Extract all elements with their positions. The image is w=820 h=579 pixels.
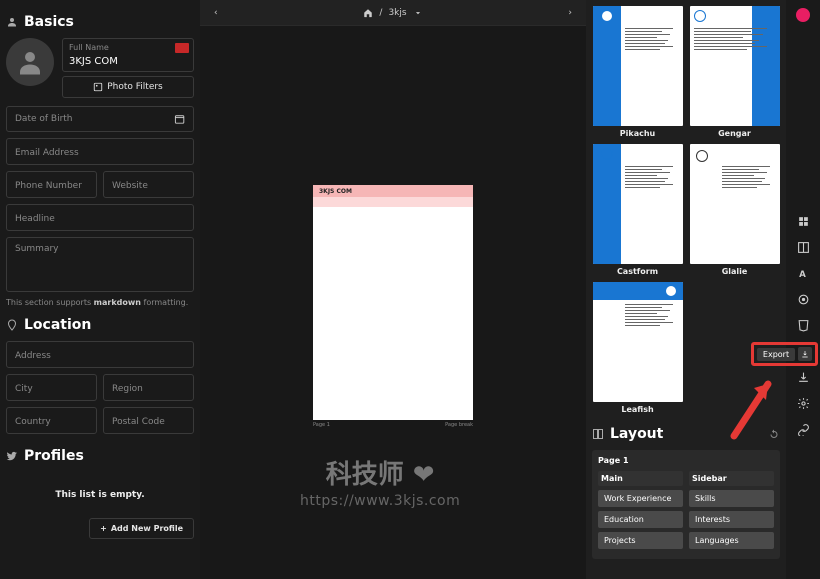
- full-name-field[interactable]: Full Name: [62, 38, 194, 72]
- image-icon: [93, 82, 103, 92]
- theme-icon[interactable]: [796, 292, 810, 306]
- left-panel: Basics Full Name Photo Filters: [0, 0, 200, 579]
- template-name: Gengar: [718, 129, 751, 138]
- country-input[interactable]: [15, 417, 88, 427]
- template-name: Pikachu: [620, 129, 655, 138]
- name-badge-icon: [175, 43, 189, 53]
- profiles-heading: Profiles: [6, 448, 194, 464]
- templates-icon[interactable]: [796, 214, 810, 228]
- website-input[interactable]: [112, 181, 185, 191]
- calendar-icon: [174, 113, 185, 125]
- full-name-label: Full Name: [69, 43, 187, 52]
- resume-page[interactable]: 3KJS COM Page 1 Page break: [313, 185, 473, 420]
- layout-icon: [592, 428, 604, 440]
- layout-item[interactable]: Work Experience: [598, 490, 683, 507]
- region-input[interactable]: [112, 384, 185, 394]
- right-rail: A: [786, 0, 820, 579]
- settings-icon[interactable]: [796, 396, 810, 410]
- export-callout: Export: [751, 342, 818, 366]
- dob-field[interactable]: [6, 106, 194, 132]
- template-name: Leafish: [621, 405, 653, 414]
- template-card[interactable]: Gengar: [689, 6, 780, 138]
- website-field[interactable]: [103, 171, 194, 198]
- rail-logo[interactable]: [796, 8, 810, 22]
- chevron-left-icon[interactable]: ‹: [214, 8, 218, 18]
- breadcrumb: ‹ / 3kjs ›: [200, 0, 586, 26]
- region-field[interactable]: [103, 374, 194, 401]
- home-icon[interactable]: [363, 8, 373, 18]
- template-card[interactable]: Leafish: [592, 282, 683, 414]
- summary-input[interactable]: [15, 244, 185, 282]
- dob-input[interactable]: [15, 114, 174, 124]
- template-card[interactable]: Glalie: [689, 144, 780, 276]
- country-field[interactable]: [6, 407, 97, 434]
- layout-item[interactable]: Interests: [689, 511, 774, 528]
- profiles-empty: This list is empty.: [6, 472, 194, 518]
- address-input[interactable]: [15, 351, 185, 361]
- layout-rail-icon[interactable]: [796, 240, 810, 254]
- chevron-down-icon[interactable]: [413, 8, 423, 18]
- layout-item[interactable]: Languages: [689, 532, 774, 549]
- layout-main-head: Main: [598, 471, 683, 486]
- layout-item[interactable]: Education: [598, 511, 683, 528]
- phone-field[interactable]: [6, 171, 97, 198]
- city-input[interactable]: [15, 384, 88, 394]
- typography-icon[interactable]: A: [796, 266, 810, 280]
- headline-field[interactable]: [6, 204, 194, 231]
- annotation-arrow-icon: [728, 370, 780, 445]
- address-field[interactable]: [6, 341, 194, 368]
- location-icon: [6, 319, 18, 331]
- headline-input[interactable]: [15, 214, 185, 224]
- template-card[interactable]: Castform: [592, 144, 683, 276]
- right-panel: PikachuGengarCastformGlalieLeafish Layou…: [586, 0, 786, 579]
- breadcrumb-name[interactable]: 3kjs: [388, 8, 406, 18]
- page-title: 3KJS COM: [313, 185, 473, 197]
- photo-filters-button[interactable]: Photo Filters: [62, 76, 194, 98]
- person-icon: [15, 47, 45, 77]
- export-button[interactable]: Export: [757, 348, 795, 361]
- link-icon[interactable]: [796, 422, 810, 436]
- location-heading: Location: [6, 317, 194, 333]
- basics-heading: Basics: [6, 14, 194, 30]
- markdown-hint: This section supports markdown formattin…: [6, 298, 194, 307]
- full-name-input[interactable]: [69, 56, 187, 67]
- svg-text:A: A: [799, 269, 806, 279]
- download-icon[interactable]: [798, 347, 812, 361]
- template-card[interactable]: Pikachu: [592, 6, 683, 138]
- layout-page-box: Page 1 Main Work ExperienceEducationProj…: [592, 450, 780, 559]
- layout-item[interactable]: Projects: [598, 532, 683, 549]
- template-name: Castform: [617, 267, 658, 276]
- city-field[interactable]: [6, 374, 97, 401]
- layout-sidebar-head: Sidebar: [689, 471, 774, 486]
- postal-input[interactable]: [112, 417, 185, 427]
- template-name: Glalie: [722, 267, 748, 276]
- email-input[interactable]: [15, 148, 185, 158]
- chevron-right-icon[interactable]: ›: [568, 8, 572, 18]
- phone-input[interactable]: [15, 181, 88, 191]
- add-profile-button[interactable]: + Add New Profile: [89, 518, 194, 539]
- twitter-icon: [6, 450, 18, 462]
- postal-field[interactable]: [103, 407, 194, 434]
- summary-field[interactable]: [6, 237, 194, 292]
- user-icon: [6, 16, 18, 28]
- export-rail-icon[interactable]: [796, 370, 810, 384]
- css-icon[interactable]: [796, 318, 810, 332]
- layout-item[interactable]: Skills: [689, 490, 774, 507]
- center-preview: ‹ / 3kjs › 3KJS COM Page 1 Page break: [200, 0, 586, 579]
- avatar[interactable]: [6, 38, 54, 86]
- email-field[interactable]: [6, 138, 194, 165]
